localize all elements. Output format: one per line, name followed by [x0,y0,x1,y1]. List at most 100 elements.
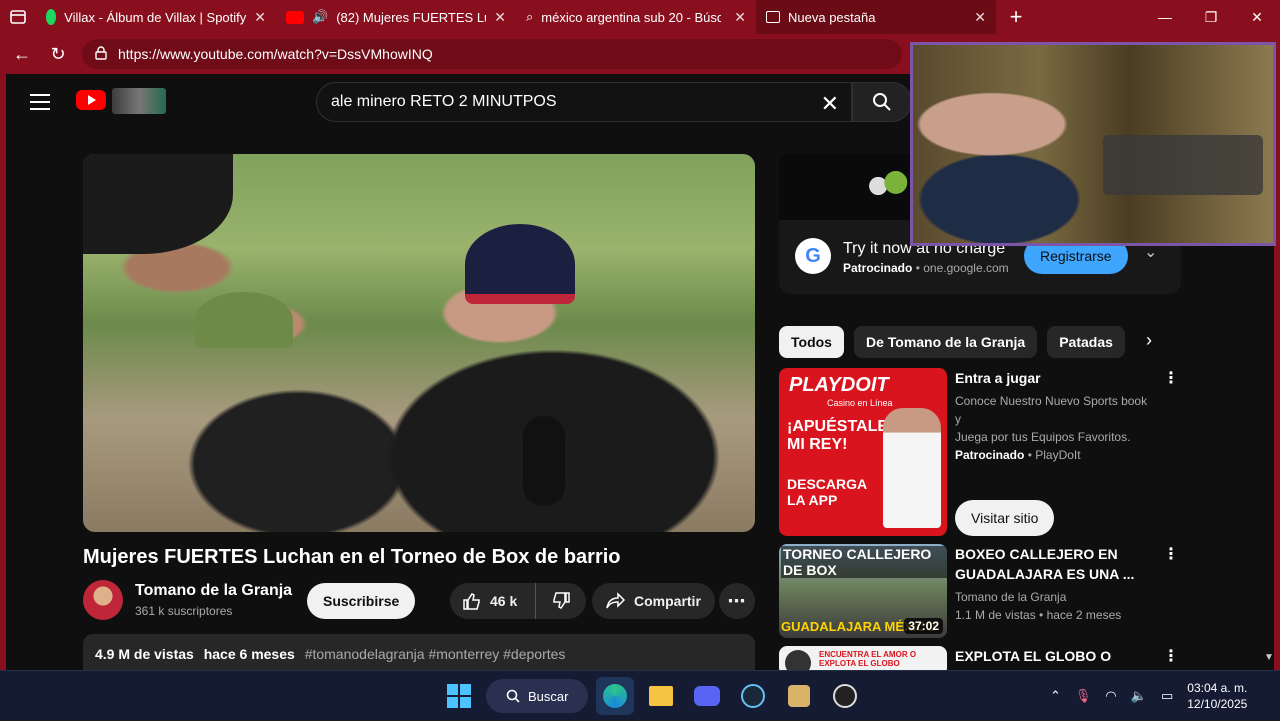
channel-avatar[interactable] [83,580,123,620]
rec-meta: BOXEO CALLEJERO EN GUADALAJARA ES UNA ..… [955,544,1155,624]
close-tab-icon[interactable]: ✕ [974,9,986,26]
tab-title: Villax - Álbum de Villax | Spotify [64,9,247,25]
rec-title[interactable]: GUADALAJARA ES UNA ... [955,564,1155,584]
discord-icon[interactable] [688,677,726,715]
ad-domain: one.google.com [923,261,1009,275]
taskbar-apps: Buscar [440,677,864,715]
video-frame-microphone [523,416,565,506]
thumb-slogan: ¡APUÉSTALE MI REY! [787,418,889,453]
restore-icon[interactable]: ❐ [1188,0,1234,34]
newtab-icon [766,11,780,23]
menu-icon[interactable] [30,94,50,110]
tab-new[interactable]: Nueva pestaña ✕ [756,0,996,34]
kebab-menu-icon[interactable]: ⋮ [1163,646,1179,666]
rec-title[interactable]: EXPLOTA EL GLOBO O [955,646,1155,666]
close-tab-icon[interactable]: ✕ [734,9,746,26]
share-icon [606,592,626,609]
clear-search-icon[interactable]: ✕ [821,91,839,117]
video-thumbnail[interactable]: TORNEO CALLEJERO DE BOX GUADALAJARA MÉXI… [779,544,947,638]
close-tab-icon[interactable]: ✕ [494,9,506,26]
filter-chips: Todos De Tomano de la Granja Patadas [779,326,1125,358]
video-player[interactable] [83,154,755,532]
tab-youtube[interactable]: 🔊 (82) Mujeres FUERTES Luchan en el Torn… [276,0,516,34]
speaker-icon[interactable]: 🔊 [312,9,328,25]
dislike-button[interactable] [536,583,586,619]
close-tab-icon[interactable]: ✕ [254,9,266,26]
ad-sponsored: Patrocinado [843,261,913,275]
subscribe-button[interactable]: Suscribirse [307,583,416,619]
back-icon[interactable]: ← [10,42,34,66]
upload-age: hace 6 meses [203,646,295,662]
kebab-menu-icon[interactable]: ⋮ [1163,544,1179,564]
video-frame-person [195,292,293,348]
rec-stats: 1.1 M de vistas • hace 2 meses [955,608,1122,622]
rec-desc: Juega por tus Equipos Favoritos. [955,430,1131,444]
rec-title[interactable]: Entra a jugar [955,368,1155,388]
hashtags[interactable]: #tomanodelagranja #monterrey #deportes [305,646,566,662]
chevron-right-icon[interactable]: › [1146,330,1152,351]
spotify-icon [46,9,57,25]
kebab-menu-icon[interactable]: ⋮ [1163,368,1179,388]
tab-spotify[interactable]: Villax - Álbum de Villax | Spotify ✕ [36,0,276,34]
like-button[interactable]: 46 k [450,583,536,619]
rec-channel[interactable]: Tomano de la Granja [955,588,1155,606]
rec-advertiser: PlayDoIt [1035,448,1081,462]
thumb-avatar [785,650,811,670]
clock-time: 03:04 a. m. [1187,681,1248,695]
thumbs-up-icon [463,593,480,610]
search-button[interactable] [852,82,912,122]
chip-channel[interactable]: De Tomano de la Granja [853,326,1038,358]
webcam-background [1103,135,1263,195]
google-icon: G [795,238,831,274]
rec-sponsored: Patrocinado [955,448,1025,462]
microphone-icon[interactable]: 🎙 [1075,688,1092,704]
obs-icon[interactable] [826,677,864,715]
like-count: 46 k [490,593,518,609]
channel-name[interactable]: Tomano de la Granja [135,582,292,600]
rec-title[interactable]: BOXEO CALLEJERO EN [955,544,1155,564]
file-explorer-icon[interactable] [642,677,680,715]
scroll-down-arrow-icon[interactable]: ▼ [1264,652,1274,663]
video-thumbnail[interactable]: ENCUENTRA EL AMOR O EXPLOTA EL GLOBO [779,646,947,670]
steam-icon[interactable] [734,677,772,715]
address-bar[interactable]: https://www.youtube.com/watch?v=DssVMhow… [82,39,902,69]
chevron-up-icon[interactable]: ⌃ [1050,688,1061,704]
more-actions-button[interactable]: ⋯ [719,583,755,619]
start-button[interactable] [440,677,478,715]
video-title: Mujeres FUERTES Luchan en el Torneo de B… [83,546,621,568]
edge-icon[interactable] [596,677,634,715]
volume-icon[interactable]: 🔈 [1131,688,1147,704]
windows-icon [447,684,471,708]
lock-icon[interactable] [94,45,108,63]
thumbs-down-icon [553,592,570,609]
ad-meta: Patrocinado • one.google.com [843,261,1009,275]
tab-actions-icon[interactable] [0,0,36,34]
minimize-icon[interactable]: — [1142,0,1188,34]
wifi-icon[interactable]: ◠ [1105,688,1116,704]
taskbar-search[interactable]: Buscar [486,679,588,713]
description-box[interactable]: 4.9 M de vistas hace 6 meses #tomanodela… [83,634,755,670]
reload-icon[interactable]: ↻ [46,42,70,66]
rec-meta: EXPLOTA EL GLOBO O [955,646,1155,666]
ad-thumbnail[interactable]: PLAYDOIT Casino en Línea ¡APUÉSTALE MI R… [779,368,947,536]
close-window-icon[interactable]: ✕ [1234,0,1280,34]
list-item[interactable]: TORNEO CALLEJERO DE BOX GUADALAJARA MÉXI… [779,544,1189,638]
new-tab-button[interactable]: + [996,0,1036,34]
clock[interactable]: 03:04 a. m. 12/10/2025 [1187,680,1247,712]
visit-site-button[interactable]: Visitar sitio [955,500,1055,536]
subscriber-count: 361 k suscriptores [135,604,233,618]
url-text: https://www.youtube.com/watch?v=DssVMhow… [118,46,433,62]
media-player-icon[interactable] [780,677,818,715]
list-item[interactable]: ENCUENTRA EL AMOR O EXPLOTA EL GLOBO EXP… [779,646,1189,670]
chip-todos[interactable]: Todos [779,326,844,358]
chip-patadas[interactable]: Patadas [1047,326,1125,358]
battery-icon[interactable]: ▭ [1161,688,1173,704]
tab-search[interactable]: ⌕ méxico argentina sub 20 - Búsqueda ✕ [516,0,756,34]
search-icon [506,689,520,703]
share-button[interactable]: Compartir [592,583,715,619]
list-item[interactable]: PLAYDOIT Casino en Línea ¡APUÉSTALE MI R… [779,368,1189,536]
search-input[interactable]: ale minero RETO 2 MINUTPOS ✕ [316,82,852,122]
search-query: ale minero RETO 2 MINUTPOS [331,93,557,110]
doodle-logo[interactable] [112,88,166,114]
youtube-logo[interactable] [76,90,106,110]
